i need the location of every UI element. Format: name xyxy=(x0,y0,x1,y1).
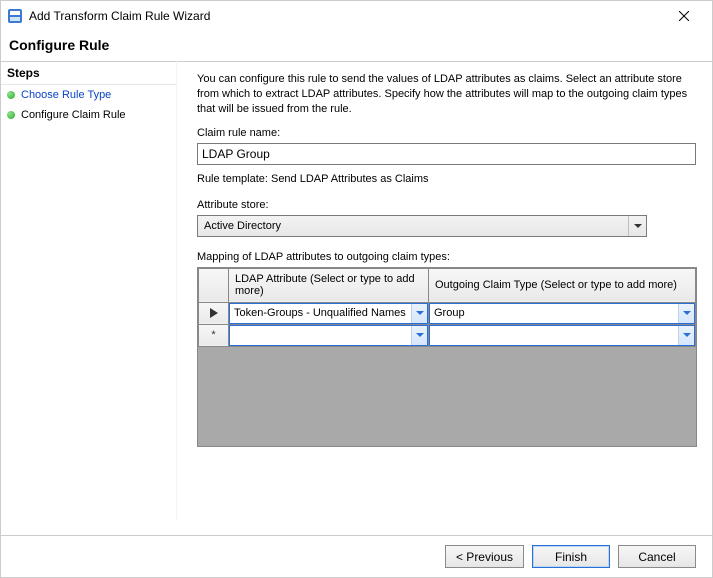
wizard-footer: < Previous Finish Cancel xyxy=(1,535,712,577)
row-selector[interactable] xyxy=(199,302,229,324)
mapping-grid: LDAP Attribute (Select or type to add mo… xyxy=(197,267,697,447)
row-selector[interactable]: * xyxy=(199,324,229,346)
close-button[interactable] xyxy=(664,2,704,30)
chevron-down-icon xyxy=(416,333,424,337)
app-icon xyxy=(7,8,23,24)
dropdown-button[interactable] xyxy=(678,304,694,323)
titlebar: Add Transform Claim Rule Wizard xyxy=(1,1,712,31)
step-bullet-icon xyxy=(7,91,15,99)
chevron-down-icon xyxy=(683,311,691,315)
grid-row: Token-Groups - Unqualified Names Group xyxy=(199,302,696,324)
chevron-down-icon xyxy=(416,311,424,315)
attribute-store-label: Attribute store: xyxy=(197,199,696,211)
step-choose-rule-type[interactable]: Choose Rule Type xyxy=(1,85,176,105)
outgoing-claim-value: Group xyxy=(430,307,678,319)
grid-corner xyxy=(199,268,229,302)
step-bullet-icon xyxy=(7,111,15,119)
steps-header: Steps xyxy=(1,62,176,85)
outgoing-claim-cell[interactable]: Group xyxy=(429,303,695,324)
dropdown-button[interactable] xyxy=(628,216,646,236)
step-label: Configure Claim Rule xyxy=(21,109,126,121)
dropdown-button[interactable] xyxy=(678,326,694,345)
finish-button[interactable]: Finish xyxy=(532,545,610,568)
page-header: Configure Rule xyxy=(9,37,712,53)
description-text: You can configure this rule to send the … xyxy=(197,72,696,117)
window-title: Add Transform Claim Rule Wizard xyxy=(29,9,210,23)
current-row-icon xyxy=(210,308,218,318)
attribute-store-value: Active Directory xyxy=(198,220,628,232)
grid-col-outgoing-claim[interactable]: Outgoing Claim Type (Select or type to a… xyxy=(429,268,696,302)
ldap-attribute-value: Token-Groups - Unqualified Names xyxy=(230,307,411,319)
grid-row: * xyxy=(199,324,696,346)
close-icon xyxy=(679,11,689,21)
mapping-label: Mapping of LDAP attributes to outgoing c… xyxy=(197,251,696,263)
ldap-attribute-cell[interactable]: Token-Groups - Unqualified Names xyxy=(229,303,428,324)
steps-sidebar: Steps Choose Rule Type Configure Claim R… xyxy=(1,61,177,521)
step-label: Choose Rule Type xyxy=(21,89,111,101)
chevron-down-icon xyxy=(634,224,642,228)
dropdown-button[interactable] xyxy=(411,326,427,345)
chevron-down-icon xyxy=(683,333,691,337)
step-configure-claim-rule[interactable]: Configure Claim Rule xyxy=(1,105,176,125)
rule-template-text: Rule template: Send LDAP Attributes as C… xyxy=(197,173,696,185)
dropdown-button[interactable] xyxy=(411,304,427,323)
outgoing-claim-cell[interactable] xyxy=(429,325,695,346)
claim-rule-name-label: Claim rule name: xyxy=(197,127,696,139)
attribute-store-dropdown[interactable]: Active Directory xyxy=(197,215,647,237)
main-panel: You can configure this rule to send the … xyxy=(177,61,712,521)
claim-rule-name-input[interactable] xyxy=(197,143,696,165)
grid-col-ldap-attribute[interactable]: LDAP Attribute (Select or type to add mo… xyxy=(229,268,429,302)
ldap-attribute-cell[interactable] xyxy=(229,325,428,346)
previous-button[interactable]: < Previous xyxy=(445,545,524,568)
cancel-button[interactable]: Cancel xyxy=(618,545,696,568)
